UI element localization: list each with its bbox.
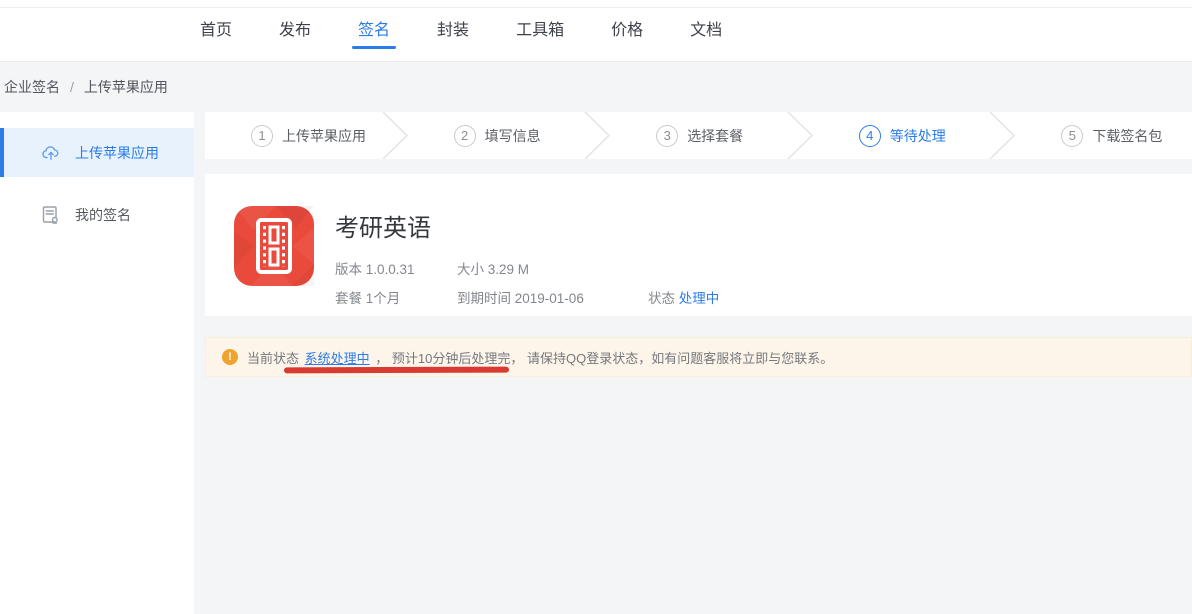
app-status: 状态 处理中 [648, 287, 719, 307]
signature-doc-icon [41, 205, 61, 225]
step-number: 2 [454, 125, 476, 147]
nav-item-toolbox[interactable]: 工具箱 [516, 0, 564, 61]
system-processing-link[interactable]: 系统处理中 [305, 351, 370, 366]
red-underline-annotation [284, 367, 509, 374]
step-chevron-icon [989, 112, 1015, 159]
top-nav: 首页 发布 签名 封装 工具箱 价格 文档 [0, 0, 1192, 62]
nav-item-package[interactable]: 封装 [437, 0, 469, 61]
sidebar-item-upload-apple-app[interactable]: 上传苹果应用 [0, 128, 194, 177]
nav-item-price[interactable]: 价格 [611, 0, 643, 61]
step-label: 等待处理 [890, 126, 946, 146]
breadcrumb-current: 上传苹果应用 [84, 77, 168, 97]
cloud-upload-icon [41, 143, 61, 163]
nav-item-signature[interactable]: 签名 [358, 0, 390, 61]
sidebar-item-my-signatures[interactable]: 我的签名 [0, 190, 194, 239]
breadcrumb-separator: / [70, 79, 74, 95]
app-name: 考研英语 [335, 208, 719, 243]
step-upload-apple-app: 1 上传苹果应用 [205, 112, 382, 159]
warning-icon: ! [222, 349, 238, 365]
step-label: 填写信息 [485, 126, 541, 146]
sidebar-item-label: 我的签名 [75, 205, 131, 225]
app-plan: 套餐 1个月 [335, 287, 457, 307]
step-fill-info: 2 填写信息 [408, 112, 585, 159]
step-label: 上传苹果应用 [282, 126, 366, 146]
app-card: 考研英语 版本 1.0.0.31 大小 3.29 M 套餐 1个月 到期时间 2… [205, 174, 1192, 316]
step-chevron-icon [382, 112, 408, 159]
step-label: 下载签名包 [1092, 126, 1162, 146]
app-size: 大小 3.29 M [457, 258, 648, 278]
status-alert-bar: ! 当前状态 系统处理中 ， 预计10分钟后处理完， 请保持QQ登录状态，如有问… [205, 337, 1192, 377]
step-waiting-process: 4 等待处理 [813, 112, 990, 159]
step-number: 5 [1061, 125, 1083, 147]
film-app-icon [234, 206, 314, 286]
step-chevron-icon [787, 112, 813, 159]
step-number: 3 [656, 125, 678, 147]
nav-item-docs[interactable]: 文档 [690, 0, 722, 61]
alert-text: 当前状态 系统处理中 ， 预计10分钟后处理完， 请保持QQ登录状态，如有问题客… [247, 348, 833, 367]
step-chevron-icon [584, 112, 610, 159]
nav-item-home[interactable]: 首页 [200, 0, 232, 61]
status-processing-link[interactable]: 处理中 [679, 291, 720, 306]
breadcrumb-root[interactable]: 企业签名 [4, 77, 60, 97]
progress-steps: 1 上传苹果应用 2 填写信息 3 选择套餐 4 等待处理 [205, 112, 1192, 159]
step-label: 选择套餐 [687, 126, 743, 146]
app-expiry: 到期时间 2019-01-06 [457, 287, 648, 307]
step-download-package: 5 下载签名包 [1015, 112, 1192, 159]
breadcrumb: 企业签名 / 上传苹果应用 [0, 62, 1192, 112]
step-choose-plan: 3 选择套餐 [610, 112, 787, 159]
step-number: 4 [859, 125, 881, 147]
nav-item-publish[interactable]: 发布 [279, 0, 311, 61]
sidebar: 上传苹果应用 我的签名 [0, 112, 194, 614]
step-number: 1 [251, 125, 273, 147]
app-version: 版本 1.0.0.31 [335, 258, 457, 278]
sidebar-item-label: 上传苹果应用 [75, 143, 159, 163]
